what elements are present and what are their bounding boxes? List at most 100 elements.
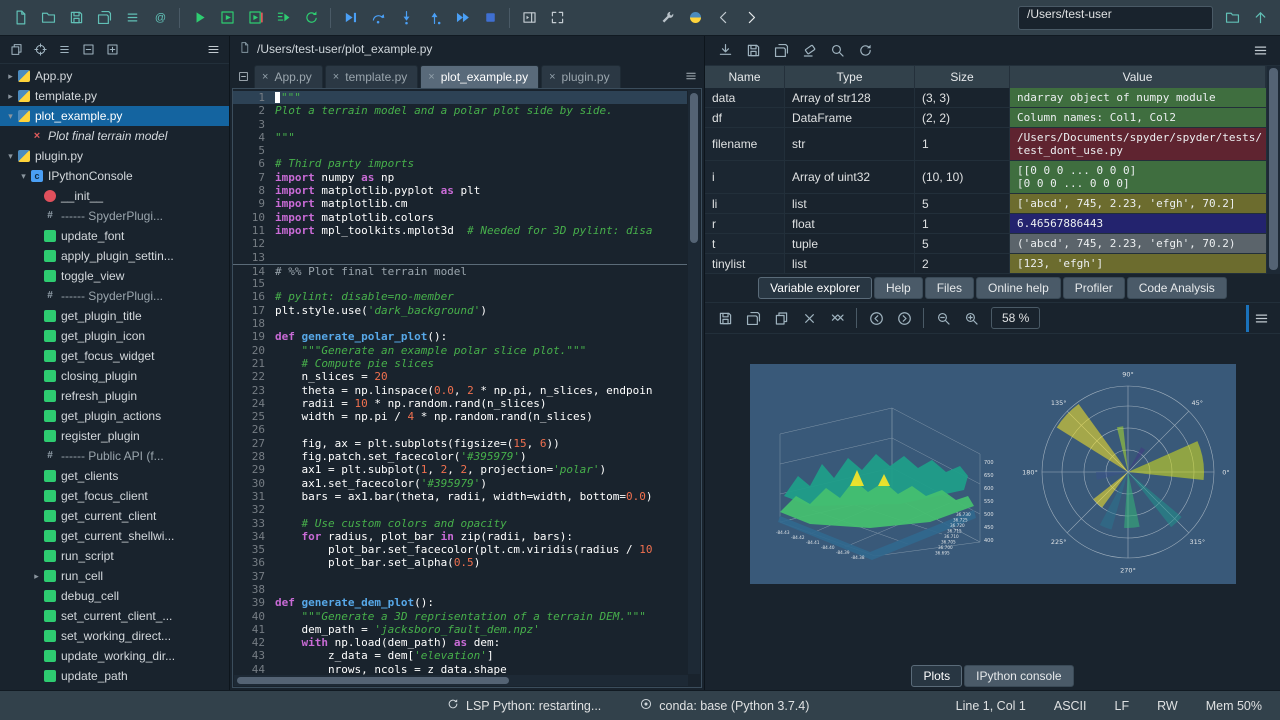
variable-size[interactable]: (10, 10) <box>915 161 1010 193</box>
preferences-button[interactable] <box>654 4 682 31</box>
outline-item-get-current-shellwi[interactable]: get_current_shellwi... <box>0 526 229 546</box>
save-all-plots-button[interactable] <box>739 305 767 332</box>
show-fullpath-button[interactable] <box>52 39 76 61</box>
forward-button[interactable] <box>738 4 766 31</box>
outline-item-public-api-f[interactable]: # ------ Public API (f... <box>0 446 229 466</box>
outline-item-init[interactable]: __init__ <box>0 186 229 206</box>
variable-value[interactable]: Column names: Col1, Col2 <box>1010 108 1266 127</box>
code-line-32[interactable]: 32 <box>233 503 687 516</box>
variable-type[interactable]: DataFrame <box>785 108 915 127</box>
outline-item-get-focus-widget[interactable]: get_focus_widget <box>0 346 229 366</box>
new-file-button[interactable] <box>6 4 34 31</box>
variable-value[interactable]: [123, 'efgh'] <box>1010 254 1266 273</box>
code-line-19[interactable]: 19 def generate_polar_plot(): <box>233 330 687 343</box>
column-header-value[interactable]: Value <box>1010 66 1266 88</box>
outline-item-run-cell[interactable]: ▸ run_cell <box>0 566 229 586</box>
code-line-10[interactable]: 10 import matplotlib.colors <box>233 211 687 224</box>
scrollbar-thumb[interactable] <box>690 93 698 243</box>
save-all-button[interactable] <box>90 4 118 31</box>
code-line-26[interactable]: 26 <box>233 423 687 436</box>
code-line-24[interactable]: 24 radii = 10 * np.random.rand(n_slices) <box>233 397 687 410</box>
variable-value[interactable]: ('abcd', 745, 2.23, 'efgh', 70.2) <box>1010 234 1266 253</box>
variable-type[interactable]: float <box>785 214 915 233</box>
variable-row-data[interactable]: data Array of str128 (3, 3) ndarray object … <box>705 88 1266 108</box>
outline-item-get-plugin-actions[interactable]: get_plugin_actions <box>0 406 229 426</box>
variable-row-li[interactable]: li list 5 ['abcd', 745, 2.23, 'efgh', 70.2] <box>705 194 1266 214</box>
variable-value[interactable]: /Users/Documents/spyder/spyder/tests/ te… <box>1010 128 1270 160</box>
run-cell-button[interactable] <box>213 4 241 31</box>
step-into-button[interactable] <box>392 4 420 31</box>
variable-name[interactable]: i <box>705 161 785 193</box>
variable-type[interactable]: Array of str128 <box>785 88 915 107</box>
search-variables-button[interactable] <box>823 37 851 64</box>
code-line-43[interactable]: 43 z_data = dem['elevation'] <box>233 649 687 662</box>
code-line-31[interactable]: 31 bars = ax1.bar(theta, radii, width=wi… <box>233 490 687 503</box>
code-line-1[interactable]: 1 """ <box>233 91 687 105</box>
outline-item-set-working-direct[interactable]: set_working_direct... <box>0 626 229 646</box>
code-line-42[interactable]: 42 with np.load(dem_path) as dem: <box>233 636 687 649</box>
save-data-button[interactable] <box>739 37 767 64</box>
collapse-all-button[interactable] <box>76 39 100 61</box>
scrollbar-thumb[interactable] <box>1269 68 1278 270</box>
tab-code-analysis[interactable]: Code Analysis <box>1126 277 1227 299</box>
outline-item-spyderplugi[interactable]: # ------ SpyderPlugi... <box>0 206 229 226</box>
code-line-29[interactable]: 29 ax1 = plt.subplot(1, 2, 2, projection… <box>233 463 687 476</box>
variable-size[interactable]: 5 <box>915 234 1010 253</box>
collapse-arrow-icon[interactable]: ▾ <box>17 171 30 182</box>
variable-name[interactable]: r <box>705 214 785 233</box>
next-plot-button[interactable] <box>890 305 918 332</box>
variable-value[interactable]: [[0 0 0 ... 0 0 0] [0 0 0 ... 0 0 0] <box>1010 161 1266 193</box>
maximize-button[interactable] <box>543 4 571 31</box>
code-line-13[interactable]: 13 <box>233 251 687 264</box>
variable-size[interactable]: (2, 2) <box>915 108 1010 127</box>
code-line-37[interactable]: 37 <box>233 570 687 583</box>
code-line-9[interactable]: 9 import matplotlib.cm <box>233 197 687 210</box>
variable-row-tinylist[interactable]: tinylist list 2 [123, 'efgh'] <box>705 254 1266 274</box>
variable-row-df[interactable]: df DataFrame (2, 2) Column names: Col1, Col… <box>705 108 1266 128</box>
scrollbar-thumb[interactable] <box>237 677 510 684</box>
zoom-out-button[interactable] <box>929 305 957 332</box>
outline-item-closing-plugin[interactable]: closing_plugin <box>0 366 229 386</box>
outline-item-template-py[interactable]: ▸ template.py <box>0 86 229 106</box>
status-conda[interactable]: conda: base (Python 3.7.4) <box>639 697 809 714</box>
outline-item-update-path[interactable]: update_path <box>0 666 229 686</box>
tab-variable-explorer[interactable]: Variable explorer <box>758 277 872 299</box>
code-line-3[interactable]: 3 <box>233 118 687 131</box>
working-directory-input[interactable]: /Users/test-user <box>1018 5 1213 30</box>
expand-arrow-icon[interactable]: ▸ <box>30 571 43 582</box>
python-path-button[interactable] <box>682 4 710 31</box>
variable-value[interactable]: ['abcd', 745, 2.23, 'efgh', 70.2] <box>1010 194 1266 213</box>
code-line-22[interactable]: 22 n_slices = 20 <box>233 370 687 383</box>
code-line-16[interactable]: 16 # pylint: disable=no-member <box>233 290 687 303</box>
save-data-as-button[interactable] <box>767 37 795 64</box>
freeze-outline-button[interactable] <box>4 39 28 61</box>
code-line-2[interactable]: 2 Plot a terrain model and a polar plot s… <box>233 104 687 117</box>
close-tab-icon[interactable]: × <box>262 71 268 83</box>
variable-size[interactable]: 5 <box>915 194 1010 213</box>
rerun-cell-button[interactable] <box>297 4 325 31</box>
outline-item-run-script[interactable]: run_script <box>0 546 229 566</box>
go-to-cursor-button[interactable] <box>28 39 52 61</box>
variable-type[interactable]: tuple <box>785 234 915 253</box>
column-header-size[interactable]: Size <box>915 66 1010 88</box>
variable-type[interactable]: str <box>785 128 915 160</box>
variable-name[interactable]: tinylist <box>705 254 785 273</box>
run-cell-advance-button[interactable] <box>241 4 269 31</box>
editor-tab-plot-example-py[interactable]: × plot_example.py <box>420 65 540 88</box>
import-data-button[interactable] <box>711 37 739 64</box>
variable-size[interactable]: 1 <box>915 214 1010 233</box>
outline-item-plot-final-terrain-model[interactable]: × Plot final terrain model <box>0 126 229 146</box>
variable-name[interactable]: li <box>705 194 785 213</box>
code-line-28[interactable]: 28 fig.patch.set_facecolor('#395979') <box>233 450 687 463</box>
code-line-8[interactable]: 8 import matplotlib.pyplot as plt <box>233 184 687 197</box>
options-menu-button[interactable] <box>1246 37 1274 64</box>
outline-item-get-focus-client[interactable]: get_focus_client <box>0 486 229 506</box>
variable-row-t[interactable]: t tuple 5 ('abcd', 745, 2.23, 'efgh', 70.2) <box>705 234 1266 254</box>
variable-type[interactable]: list <box>785 254 915 273</box>
step-return-button[interactable] <box>420 4 448 31</box>
variable-name[interactable]: filename <box>705 128 785 160</box>
variable-size[interactable]: 2 <box>915 254 1010 273</box>
run-selection-button[interactable] <box>269 4 297 31</box>
status-lsp-python[interactable]: LSP Python: restarting... <box>446 697 601 714</box>
code-line-11[interactable]: 11 import mpl_toolkits.mplot3d # Needed f… <box>233 224 687 237</box>
